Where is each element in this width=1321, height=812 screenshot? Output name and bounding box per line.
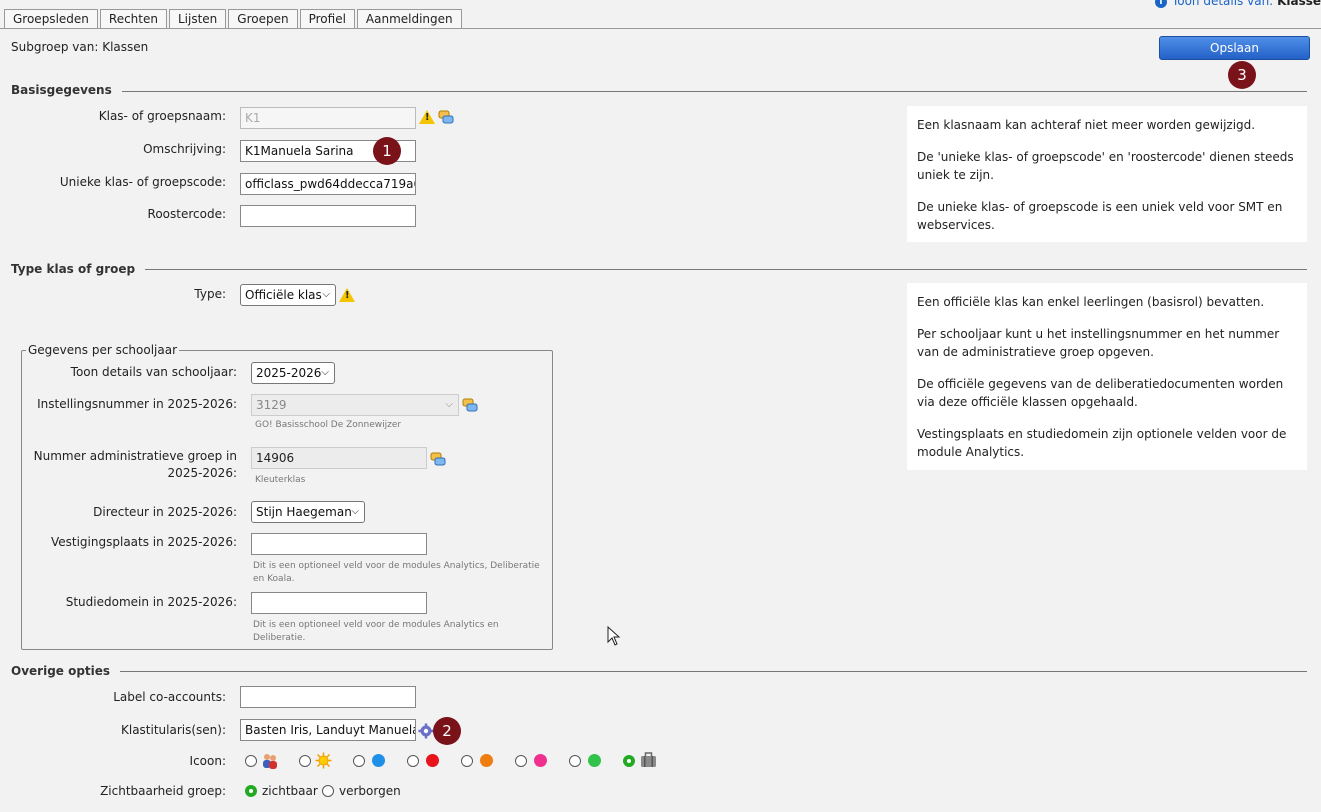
studiedomein-label: Studiedomein in 2025-2026: [65, 595, 237, 609]
inst-label: Instellingsnummer in 2025-2026: [37, 397, 237, 411]
info-text: Een officiële klas kan enkel leerlingen … [917, 295, 1265, 309]
inst-select[interactable]: 3129 ⌵ [251, 394, 459, 416]
details-link-value: Klasse [1277, 0, 1321, 8]
type-label: Type: [194, 287, 226, 301]
year-select-value: 2025-2026 [256, 366, 322, 380]
info-text: Vestingsplaats en studiedomein zijn opti… [917, 427, 1287, 459]
schoolyear-legend: Gegevens per schooljaar [26, 343, 180, 357]
code-input[interactable]: officlass_pwd64ddecca719a6 [240, 173, 416, 195]
visible-radio-label: zichtbaar [262, 784, 318, 798]
pink-dot-icon [534, 754, 547, 767]
inst-hint: GO! Basisschool De Zonnewijzer [255, 420, 402, 430]
hidden-radio[interactable] [322, 785, 334, 797]
blue-dot-icon [372, 754, 385, 767]
admin-input[interactable]: 14906 [251, 447, 427, 469]
coaccounts-label: Label co-accounts: [113, 690, 226, 704]
people-icon [263, 754, 277, 769]
vestiging-hint: Dit is een optioneel veld voor de module… [253, 561, 540, 584]
titularis-label: Klastitularis(sen): [120, 723, 226, 737]
basis-info-box: Een klasnaam kan achteraf niet meer word… [907, 106, 1307, 242]
info-text: De 'unieke klas- of groepscode' en 'roos… [917, 150, 1294, 182]
icon-label: Icoon: [189, 754, 226, 768]
type-select[interactable]: Officiële klas ⌵ [240, 284, 336, 306]
link-icon[interactable] [430, 451, 446, 467]
icon-radio-blue[interactable] [353, 755, 365, 767]
details-link[interactable]: i Toon details van: Klasse [1154, 0, 1321, 8]
type-select-value: Officiële klas [245, 288, 322, 302]
rooster-input[interactable] [240, 205, 416, 227]
link-icon[interactable] [462, 397, 478, 413]
red-dot-icon [426, 754, 439, 767]
tab-rechten[interactable]: Rechten [99, 9, 167, 28]
sun-icon [315, 752, 332, 769]
green-dot-icon [588, 754, 601, 767]
hidden-radio-label: verborgen [339, 784, 401, 798]
step-marker-3: 3 [1228, 61, 1256, 89]
studiedomein-hint: Dit is een optioneel veld voor de module… [253, 620, 499, 643]
desc-label: Omschrijving: [143, 142, 226, 156]
visible-radio[interactable] [245, 785, 257, 797]
inst-select-value: 3129 [256, 398, 287, 412]
visibility-label: Zichtbaarheid groep: [100, 784, 226, 798]
orange-dot-icon [480, 754, 493, 767]
chevron-down-icon: ⌵ [445, 399, 453, 410]
tab-aanmeldingen[interactable]: Aanmeldingen [356, 9, 462, 28]
section-divider [11, 269, 1307, 270]
section-type: Type klas of groep [11, 262, 146, 276]
icon-radio-orange[interactable] [461, 755, 473, 767]
icon-radio-briefcase[interactable] [623, 755, 635, 767]
section-divider [11, 91, 1307, 92]
icon-radio-sun[interactable] [299, 755, 311, 767]
type-info-box: Een officiële klas kan enkel leerlingen … [907, 283, 1307, 470]
info-text: De unieke klas- of groepscode is een uni… [917, 200, 1283, 232]
warning-icon: ! [419, 110, 435, 124]
icon-radio-pink[interactable] [515, 755, 527, 767]
section-basisgegevens: Basisgegevens [11, 83, 122, 97]
director-label: Directeur in 2025-2026: [93, 505, 237, 519]
gear-icon[interactable] [418, 723, 434, 739]
icon-radio-people[interactable] [245, 755, 257, 767]
admin-hint: Kleuterklas [255, 475, 306, 485]
titularis-input[interactable]: Basten Iris, Landuyt Manuela [240, 719, 416, 741]
tab-lijsten[interactable]: Lijsten [168, 9, 227, 28]
step-marker-2: 2 [433, 717, 461, 745]
briefcase-icon [641, 752, 656, 767]
tab-bar: Groepsleden Rechten Lijsten Groepen Prof… [4, 9, 462, 29]
admin-label: Nummer administratieve groep in 2025-202… [33, 449, 237, 480]
year-select[interactable]: 2025-2026 ⌵ [251, 362, 335, 384]
director-select[interactable]: Stijn Haegeman ⌵ [251, 501, 365, 523]
director-select-value: Stijn Haegeman [256, 505, 352, 519]
save-button[interactable]: Opslaan [1159, 36, 1310, 60]
step-marker-1: 1 [373, 137, 401, 165]
cursor-icon [607, 626, 621, 646]
chevron-down-icon: ⌵ [322, 289, 330, 300]
details-link-text: Toon details van: [1171, 0, 1274, 8]
chevron-down-icon: ⌵ [321, 367, 329, 378]
coaccounts-input[interactable] [240, 686, 416, 708]
tab-groepsleden[interactable]: Groepsleden [4, 9, 98, 28]
vestiging-label: Vestigingsplaats in 2025-2026: [50, 535, 237, 549]
warning-icon: ! [339, 288, 355, 302]
link-icon[interactable] [438, 109, 454, 125]
icon-radio-red[interactable] [407, 755, 419, 767]
name-input[interactable]: K1 [240, 107, 416, 129]
info-text: Een klasnaam kan achteraf niet meer word… [917, 118, 1256, 132]
tab-profiel[interactable]: Profiel [299, 9, 355, 28]
info-text: De officiële gegevens van de deliberatie… [917, 377, 1284, 409]
subgroup-text: Subgroep van: Klassen [11, 40, 149, 54]
tab-groepen[interactable]: Groepen [228, 9, 298, 28]
tab-divider [0, 28, 1321, 29]
info-icon: i [1154, 0, 1167, 8]
section-overige: Overige opties [11, 664, 121, 678]
info-text: Per schooljaar kunt u het instellingsnum… [917, 327, 1280, 359]
section-divider [11, 671, 1307, 672]
studiedomein-input[interactable] [251, 592, 427, 614]
vestiging-input[interactable] [251, 533, 427, 555]
year-label: Toon details van schooljaar: [70, 365, 237, 379]
code-label: Unieke klas- of groepscode: [59, 175, 226, 189]
icon-radio-green[interactable] [569, 755, 581, 767]
chevron-down-icon: ⌵ [351, 506, 359, 517]
name-label: Klas- of groepsnaam: [98, 109, 226, 123]
rooster-label: Roostercode: [147, 207, 226, 221]
